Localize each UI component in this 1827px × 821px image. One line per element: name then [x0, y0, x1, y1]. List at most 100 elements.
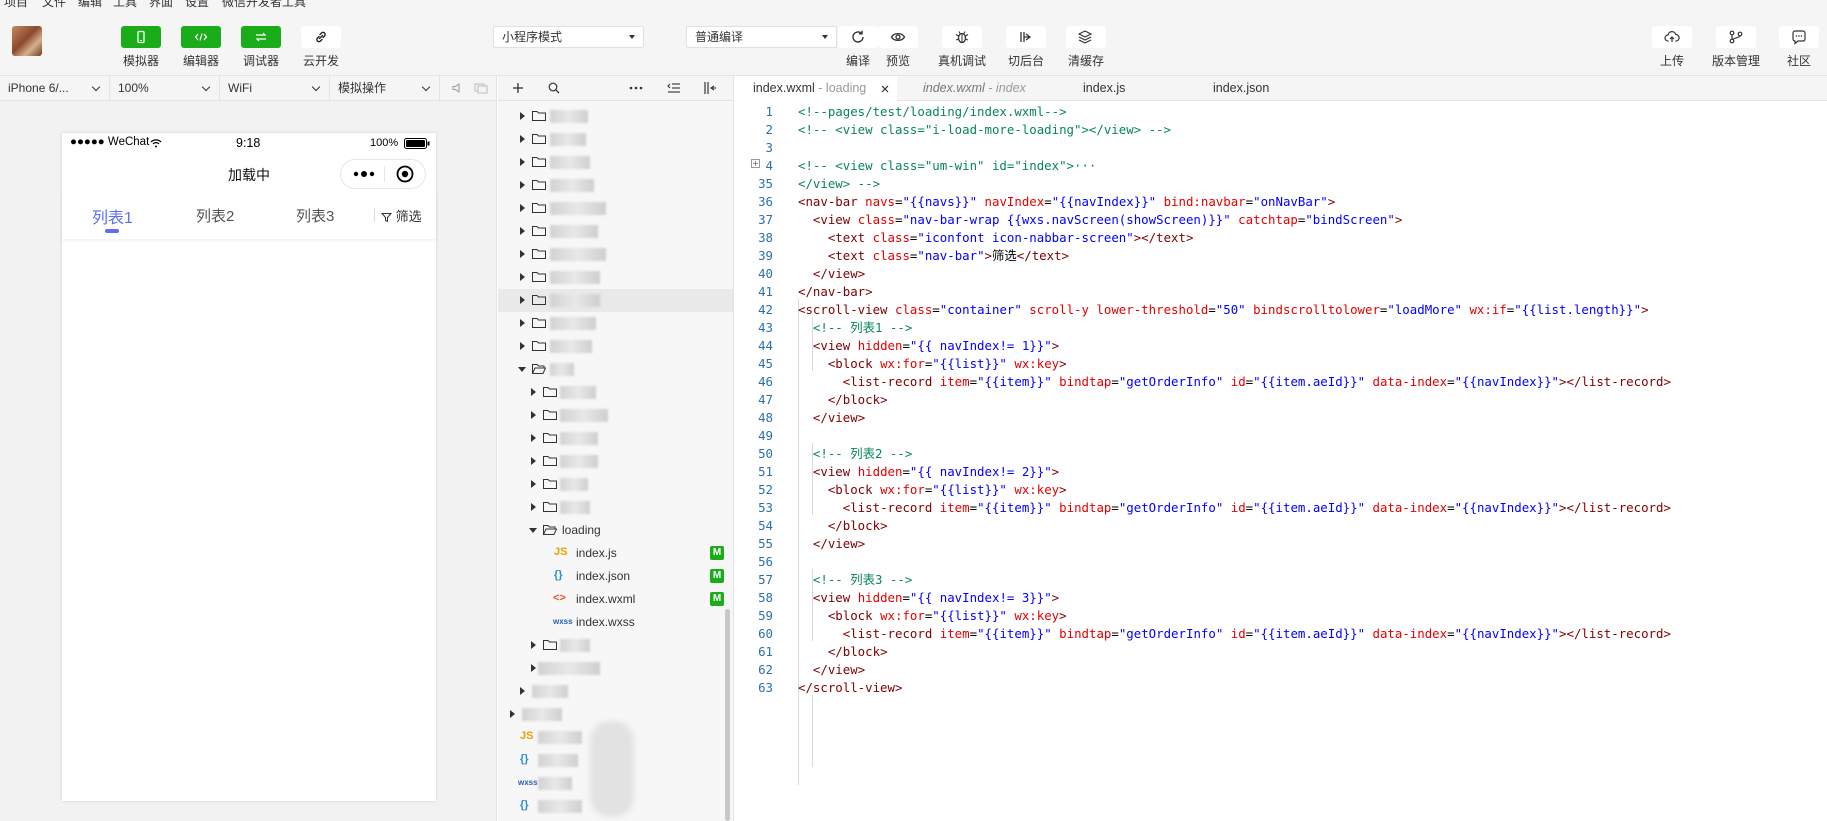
code-line[interactable]: 48 </view> — [735, 409, 1827, 427]
phone-screen[interactable]: ●●●●● WeChat 9:18 100% 加载中 列表1 列表2 列表3 筛… — [62, 133, 436, 801]
code-line[interactable]: 45 <block wx:for="{{list}}" wx:key> — [735, 355, 1827, 373]
menu-item-file[interactable]: 文件 — [42, 0, 66, 8]
tree-folder[interactable] — [498, 496, 733, 519]
menu-item-interface[interactable]: 界面 — [149, 0, 173, 8]
menu-item-tools[interactable]: 工具 — [113, 0, 137, 8]
tree-folder[interactable] — [498, 450, 733, 473]
code-line[interactable]: 40 </view> — [735, 265, 1827, 283]
compile-button[interactable] — [838, 26, 878, 48]
tab-list3[interactable]: 列表3 — [296, 205, 334, 226]
tree-folder[interactable] — [498, 335, 733, 358]
code-line[interactable]: 36 <nav-bar navs="{{navs}}" navIndex="{{n… — [735, 193, 1827, 211]
code-line[interactable]: 60 <list-record item="{{item}}" bindtap=… — [735, 625, 1827, 643]
tree-folder[interactable] — [498, 220, 733, 243]
tab-index-wxml-loading[interactable]: index.wxml - loading — [735, 76, 897, 101]
cloud-dev-button[interactable] — [301, 26, 341, 48]
search-icon[interactable] — [548, 82, 560, 94]
device-select[interactable]: iPhone 6/... — [0, 76, 110, 100]
tree-folder-loading[interactable]: loading — [498, 519, 733, 542]
tree-folder[interactable] — [498, 427, 733, 450]
code-line[interactable]: 55 </view> — [735, 535, 1827, 553]
tree-folder-hovered[interactable] — [498, 289, 733, 312]
tree-folder-open[interactable] — [498, 358, 733, 381]
community-button[interactable] — [1779, 26, 1819, 48]
menu-item-wechat-devtools[interactable]: 微信开发者工具 — [222, 0, 306, 8]
editor-toggle-button[interactable] — [181, 26, 221, 48]
background-button[interactable] — [1006, 26, 1046, 48]
tree-folder[interactable] — [498, 197, 733, 220]
code-line[interactable]: 51 <view hidden="{{ navIndex!= 2}}"> — [735, 463, 1827, 481]
split-panel-icon[interactable] — [703, 81, 717, 95]
tree-folder[interactable] — [498, 312, 733, 335]
filter-button[interactable]: 筛选 — [380, 206, 422, 225]
simulator-toggle-button[interactable] — [121, 26, 161, 48]
menu-item-project[interactable]: 项目 — [4, 0, 28, 8]
code-line[interactable]: 49 — [735, 427, 1827, 445]
tree-folder[interactable] — [498, 381, 733, 404]
tree-folder[interactable] — [498, 404, 733, 427]
version-manage-button[interactable] — [1716, 26, 1756, 48]
tree-folder[interactable] — [498, 243, 733, 266]
tree-file-index-js[interactable]: JS index.js M — [498, 542, 733, 565]
code-line[interactable]: 38 <text class="iconfont icon-nabbar-scr… — [735, 229, 1827, 247]
code-line[interactable]: 59 <block wx:for="{{list}}" wx:key> — [735, 607, 1827, 625]
tree-folder[interactable] — [498, 634, 733, 657]
mode-select[interactable]: 小程序模式 — [493, 26, 644, 48]
code-line[interactable]: 35 </view> --> — [735, 175, 1827, 193]
detach-window-icon[interactable] — [474, 82, 488, 94]
code-line[interactable]: 63 </scroll-view> — [735, 679, 1827, 697]
more-horizontal-icon[interactable] — [629, 86, 643, 90]
tab-index-json[interactable]: index.json — [1195, 76, 1315, 101]
close-target-icon[interactable] — [396, 165, 414, 183]
code-line[interactable]: 4 <!-- <view class="um-win" id="index">··… — [735, 157, 1827, 175]
code-line[interactable]: 62 </view> — [735, 661, 1827, 679]
avatar[interactable] — [12, 26, 42, 56]
network-select[interactable]: WiFi — [220, 76, 330, 100]
tab-index-wxml-index[interactable]: index.wxml - index — [905, 76, 1055, 101]
tree-folder[interactable] — [498, 657, 733, 680]
code-line[interactable]: 41 </nav-bar> — [735, 283, 1827, 301]
tree-folder[interactable] — [498, 680, 733, 703]
code-line[interactable]: 57 <!-- 列表3 --> — [735, 571, 1827, 589]
simulate-operation-select[interactable]: 模拟操作 — [330, 76, 440, 100]
code-line[interactable]: 3 — [735, 139, 1827, 157]
menu-item-settings[interactable]: 设置 — [185, 0, 209, 8]
more-dots-icon[interactable] — [353, 170, 377, 178]
code-line[interactable]: 54 </block> — [735, 517, 1827, 535]
code-line[interactable]: 52 <block wx:for="{{list}}" wx:key> — [735, 481, 1827, 499]
add-icon[interactable] — [512, 82, 524, 94]
tab-index-js[interactable]: index.js — [1065, 76, 1175, 101]
code-line[interactable]: 39 <text class="nav-bar">筛选</text> — [735, 247, 1827, 265]
code-line[interactable]: 1 <!--pages/test/loading/index.wxml--> — [735, 103, 1827, 121]
code-line[interactable]: 46 <list-record item="{{item}}" bindtap=… — [735, 373, 1827, 391]
debugger-toggle-button[interactable] — [241, 26, 281, 48]
collapse-all-icon[interactable] — [667, 82, 681, 94]
code-line[interactable]: 43 <!-- 列表1 --> — [735, 319, 1827, 337]
tree-file-index-wxss[interactable]: wxss index.wxss — [498, 611, 733, 634]
code-line[interactable]: 2 <!-- <view class="i-load-more-loading">… — [735, 121, 1827, 139]
tree-folder[interactable] — [498, 105, 733, 128]
tab-list2[interactable]: 列表2 — [196, 205, 234, 226]
menu-item-edit[interactable]: 编辑 — [78, 0, 102, 8]
clear-cache-button[interactable] — [1066, 26, 1106, 48]
remote-debug-button[interactable] — [942, 26, 982, 48]
tab-list1[interactable]: 列表1 — [92, 204, 133, 228]
explorer-scrollbar[interactable] — [725, 609, 730, 821]
tree-file-index-json[interactable]: {} index.json M — [498, 565, 733, 588]
code-line[interactable]: 58 <view hidden="{{ navIndex!= 3}}"> — [735, 589, 1827, 607]
code-editor[interactable]: + 1 <!--pages/test/loading/index.wxml--> 2… — [735, 101, 1827, 821]
upload-button[interactable] — [1652, 26, 1692, 48]
tree-folder[interactable] — [498, 151, 733, 174]
compile-mode-select[interactable]: 普通编译 — [686, 26, 837, 48]
tree-folder[interactable] — [498, 266, 733, 289]
code-line[interactable]: 37 <view class="nav-bar-wrap {{wxs.navSc… — [735, 211, 1827, 229]
tree-file-index-wxml[interactable]: <> index.wxml M — [498, 588, 733, 611]
tree-folder[interactable] — [498, 473, 733, 496]
tree-folder[interactable] — [498, 174, 733, 197]
zoom-select[interactable]: 100% — [110, 76, 220, 100]
mute-icon[interactable] — [451, 82, 463, 94]
tree-folder[interactable] — [498, 128, 733, 151]
preview-button[interactable] — [878, 26, 918, 48]
code-line[interactable]: 44 <view hidden="{{ navIndex!= 1}}"> — [735, 337, 1827, 355]
code-line[interactable]: 56 — [735, 553, 1827, 571]
